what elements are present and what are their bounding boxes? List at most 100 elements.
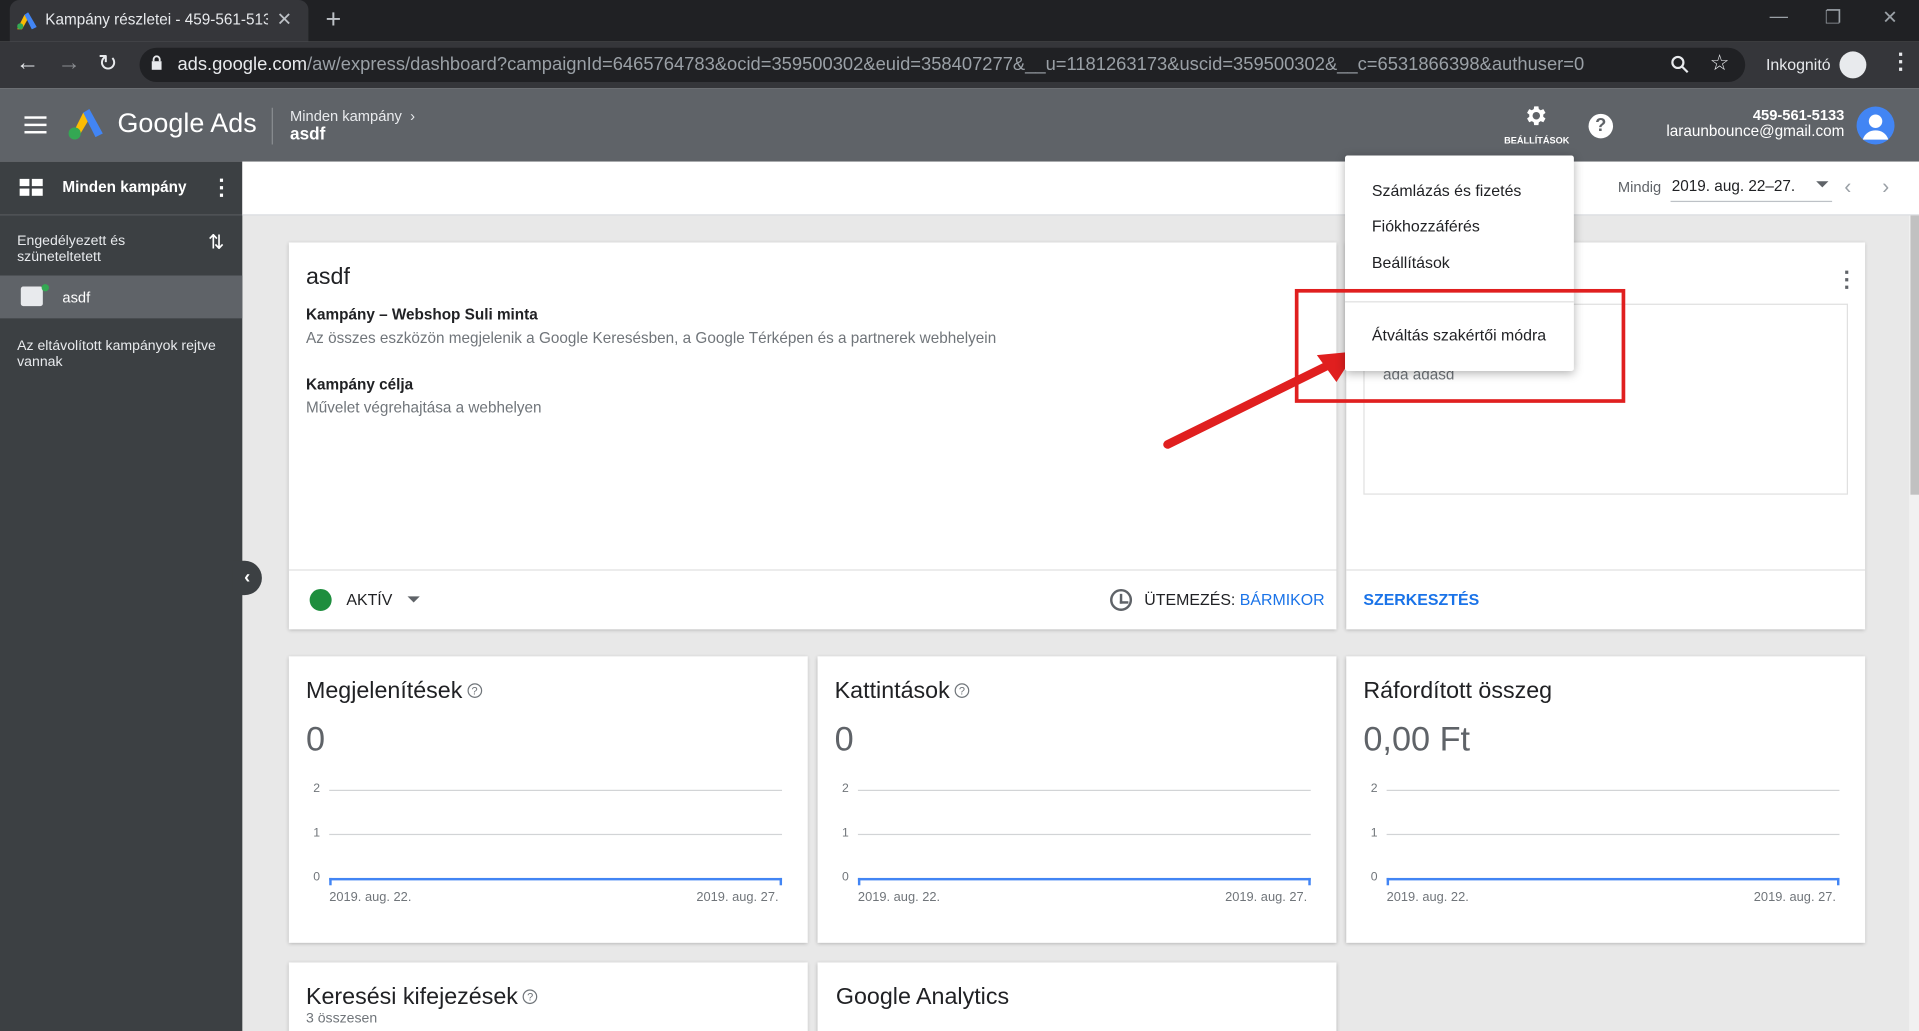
- y-tick-label: 0: [313, 870, 321, 885]
- google-ads-logo-icon: [68, 108, 103, 140]
- keywords-count: 3 összesen: [305, 1011, 378, 1027]
- menu-item-settings[interactable]: Beállítások: [1372, 253, 1450, 271]
- sort-icon[interactable]: ⇅: [208, 230, 224, 254]
- analytics-title: Google Analytics: [835, 984, 1010, 1011]
- axis-tick: [329, 877, 332, 886]
- more-vert-icon[interactable]: ⋮: [211, 175, 233, 201]
- gridline: [1386, 789, 1840, 792]
- goal-description: Művelet végrehajtása a webhelyen: [305, 399, 542, 417]
- header-divider: [271, 107, 273, 145]
- series-line: [857, 877, 1311, 881]
- metric-title: Megjelenítések?: [306, 678, 482, 705]
- campaign-filter-label[interactable]: Engedélyezett és szüneteltetett: [17, 234, 152, 266]
- forward-icon[interactable]: →: [58, 50, 81, 77]
- dashboard-grid-icon: [19, 178, 43, 196]
- back-icon[interactable]: ←: [16, 50, 39, 77]
- google-ads-favicon-icon: [17, 12, 37, 30]
- restore-icon[interactable]: ❐: [1825, 6, 1841, 28]
- y-tick-label: 2: [313, 782, 321, 796]
- help-circle-icon[interactable]: ?: [467, 683, 482, 698]
- more-vert-icon[interactable]: ⋮: [1836, 267, 1858, 293]
- status-dropdown[interactable]: AKTÍV: [346, 590, 392, 608]
- campaign-status-dot: [41, 284, 49, 292]
- campaign-type-icon: [20, 286, 43, 307]
- status-caret-icon[interactable]: [407, 596, 420, 603]
- collapse-sidebar-icon[interactable]: ‹: [232, 560, 262, 596]
- date-select-underline: [1670, 200, 1833, 203]
- dropdown-caret-icon[interactable]: [1816, 181, 1829, 188]
- metric-title: Ráfordított összeg: [1363, 678, 1553, 705]
- breadcrumb-current: asdf: [290, 123, 326, 144]
- sidebar-divider: [0, 214, 243, 216]
- browser-menu-icon[interactable]: ⋮: [1890, 49, 1912, 75]
- scrollbar-thumb[interactable]: [1910, 215, 1919, 495]
- y-tick-label: 2: [842, 782, 849, 796]
- gridline: [857, 833, 1311, 836]
- gridline: [1386, 833, 1840, 836]
- help-circle-icon[interactable]: ?: [522, 989, 538, 1005]
- next-period-icon[interactable]: ›: [1882, 175, 1889, 199]
- app-header: [0, 88, 1919, 162]
- y-tick-label: 1: [1370, 826, 1378, 840]
- help-icon[interactable]: ?: [1588, 113, 1614, 139]
- incognito-label: Inkognitó: [1766, 55, 1831, 74]
- x-tick-label: 2019. aug. 22.: [329, 890, 412, 905]
- sidebar-item-all-campaigns[interactable]: Minden kampány: [62, 179, 186, 196]
- edit-button[interactable]: SZERKESZTÉS: [1363, 590, 1479, 608]
- product-name: Google Ads: [117, 107, 257, 139]
- close-window-icon[interactable]: ✕: [1882, 6, 1897, 28]
- keywords-title: Keresési kifejezések?: [306, 984, 538, 1011]
- annotation-highlight-box: [1294, 288, 1626, 403]
- x-tick-label: 2019. aug. 27.: [1753, 890, 1836, 905]
- card-divider: [288, 569, 1337, 571]
- x-tick-label: 2019. aug. 27.: [1225, 890, 1308, 905]
- gridline: [329, 833, 783, 836]
- new-tab-icon[interactable]: +: [326, 4, 342, 36]
- menu-item-account-access[interactable]: Fiókhozzáférés: [1372, 217, 1480, 235]
- series-line: [1386, 877, 1840, 881]
- gridline: [857, 789, 1311, 792]
- hamburger-menu-icon[interactable]: [24, 116, 47, 134]
- breadcrumb-parent[interactable]: Minden kampány ›: [290, 108, 415, 125]
- help-circle-icon[interactable]: ?: [954, 683, 970, 698]
- y-tick-label: 2: [1370, 782, 1378, 796]
- bookmark-star-icon[interactable]: ☆: [1710, 50, 1730, 76]
- gear-icon[interactable]: [1522, 103, 1548, 129]
- clock-icon: [1110, 588, 1133, 612]
- previous-period-icon[interactable]: ‹: [1844, 175, 1851, 199]
- account-email: laraunbounce@gmail.com: [1666, 122, 1845, 140]
- axis-tick: [1386, 877, 1390, 886]
- axis-tick: [1836, 877, 1840, 886]
- metric-title: Kattintások?: [835, 678, 970, 705]
- close-tab-icon[interactable]: ✕: [277, 9, 292, 31]
- y-tick-label: 1: [842, 826, 849, 840]
- y-tick-label: 0: [842, 870, 849, 885]
- metric-value: 0: [305, 719, 326, 758]
- y-tick-label: 1: [313, 826, 321, 840]
- date-range-select[interactable]: 2019. aug. 22–27.: [1672, 178, 1795, 195]
- avatar[interactable]: [1856, 106, 1895, 145]
- campaign-title: asdf: [305, 264, 350, 291]
- reload-icon[interactable]: ↻: [98, 50, 117, 78]
- date-range-prefix: Mindig: [1617, 178, 1662, 196]
- goal-heading: Kampány célja: [305, 375, 414, 394]
- sidebar-item-label: asdf: [62, 288, 91, 307]
- user-avatar-icon: [1862, 114, 1889, 140]
- settings-label[interactable]: BEÁLLÍTÁSOK: [1504, 135, 1569, 146]
- metric-value: 0,00 Ft: [1363, 719, 1471, 758]
- x-tick-label: 2019. aug. 27.: [696, 890, 779, 905]
- lock-icon: [151, 55, 162, 70]
- schedule-link[interactable]: BÁRMIKOR: [1240, 590, 1325, 608]
- zoom-search-icon[interactable]: [1671, 55, 1689, 74]
- axis-tick: [779, 877, 783, 886]
- menu-item-billing[interactable]: Számlázás és fizetés: [1372, 181, 1521, 199]
- tab-title: Kampány részletei - 459-561-513: [45, 11, 269, 29]
- incognito-icon[interactable]: [1839, 51, 1867, 79]
- axis-tick: [857, 877, 861, 886]
- minimize-icon[interactable]: —: [1770, 6, 1788, 27]
- account-id: 459-561-5133: [1752, 106, 1845, 124]
- axis-tick: [1308, 877, 1311, 886]
- removed-campaigns-note: Az eltávolított kampányok rejtve vannak: [17, 339, 216, 370]
- card-divider: [1346, 569, 1866, 571]
- chevron-right-icon: ›: [405, 107, 415, 125]
